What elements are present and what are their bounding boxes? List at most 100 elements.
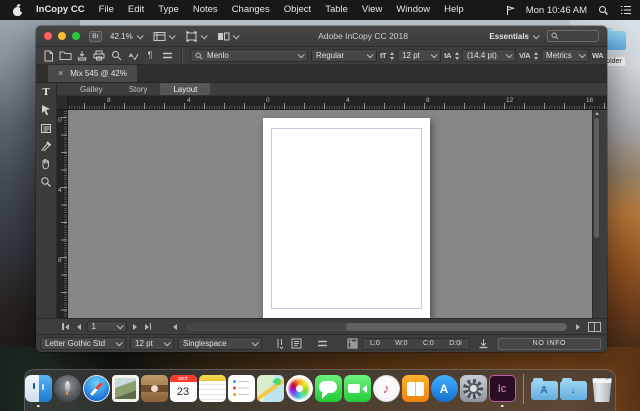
dock-incopy[interactable]: Ic bbox=[489, 375, 516, 402]
dock-launchpad[interactable] bbox=[54, 375, 81, 402]
dock-finder[interactable] bbox=[25, 375, 52, 402]
view-options-dropdown[interactable] bbox=[150, 31, 177, 42]
dock-contacts[interactable] bbox=[141, 375, 168, 402]
scroll-right-arrow[interactable] bbox=[574, 324, 582, 330]
galley-info-icon[interactable] bbox=[316, 338, 328, 350]
status-font-dropdown[interactable]: Letter Gothic Std bbox=[40, 337, 126, 350]
next-page-button[interactable] bbox=[131, 324, 139, 330]
print-button[interactable] bbox=[92, 49, 106, 62]
dock-messages[interactable] bbox=[315, 375, 342, 402]
window-title-bar: Br 42.1% Adobe InCopy CC 2018 Essentials bbox=[36, 26, 607, 47]
menu-table[interactable]: Table bbox=[318, 0, 355, 20]
dock-maps[interactable] bbox=[257, 375, 284, 402]
bridge-button[interactable]: Br bbox=[89, 31, 102, 42]
document-tab[interactable]: × Mix 545 @ 42% bbox=[48, 65, 137, 82]
new-document-button[interactable] bbox=[41, 49, 55, 62]
open-document-button[interactable] bbox=[58, 49, 72, 62]
spread-view-icon[interactable] bbox=[588, 322, 601, 332]
kerning-stepper[interactable] bbox=[534, 52, 538, 60]
dock-safari[interactable] bbox=[83, 375, 110, 402]
dock-system-preferences[interactable] bbox=[460, 375, 487, 402]
hand-tool[interactable] bbox=[38, 157, 55, 171]
menu-view[interactable]: View bbox=[355, 0, 389, 20]
screen-mode-dropdown[interactable] bbox=[182, 31, 209, 42]
font-style-dropdown[interactable]: Regular bbox=[311, 49, 377, 62]
note-tool[interactable] bbox=[38, 121, 55, 135]
menu-window[interactable]: Window bbox=[389, 0, 437, 20]
kerning-dropdown[interactable]: Metrics bbox=[541, 49, 589, 62]
leading-stepper[interactable] bbox=[455, 52, 459, 60]
zoom-level-dropdown[interactable]: 42.1% bbox=[107, 32, 145, 41]
view-tab-layout[interactable]: Layout bbox=[160, 83, 210, 95]
notification-center-icon[interactable] bbox=[620, 5, 632, 15]
view-tab-galley[interactable]: Galley bbox=[67, 83, 116, 95]
document-page[interactable] bbox=[263, 118, 430, 318]
dock-folder-applications[interactable]: A bbox=[531, 375, 558, 402]
dock-folder-downloads[interactable]: ↓ bbox=[560, 375, 587, 402]
dock-trash[interactable] bbox=[589, 375, 616, 402]
leading-dropdown[interactable]: (14.4 pt) bbox=[462, 49, 516, 62]
status-size-dropdown[interactable]: 12 pt bbox=[130, 337, 174, 350]
workspace-switcher[interactable]: Essentials bbox=[485, 32, 542, 41]
eyedropper-tool[interactable] bbox=[38, 139, 55, 153]
view-tab-story[interactable]: Story bbox=[116, 83, 161, 95]
control-toolbar: ¶ Menlo Regular tT 12 pt tA bbox=[36, 47, 607, 65]
menu-incopy-cc[interactable]: InCopy CC bbox=[29, 0, 92, 20]
writing-direction-icon[interactable] bbox=[274, 338, 286, 350]
position-tool[interactable] bbox=[38, 103, 55, 117]
dock-ibooks[interactable] bbox=[402, 375, 429, 402]
vertical-scroll-thumb[interactable] bbox=[594, 118, 599, 238]
menu-file[interactable]: File bbox=[92, 0, 121, 20]
search-icon bbox=[551, 32, 559, 40]
search-field[interactable] bbox=[547, 30, 599, 42]
minimize-window-button[interactable] bbox=[58, 32, 66, 40]
grid-view-icon[interactable] bbox=[346, 338, 358, 350]
type-tool[interactable]: T bbox=[38, 85, 55, 99]
font-size-stepper[interactable] bbox=[390, 52, 394, 60]
status-spacing-dropdown[interactable]: Singlespace bbox=[178, 337, 262, 350]
save-button[interactable] bbox=[75, 49, 89, 62]
arrange-documents-dropdown[interactable] bbox=[214, 31, 241, 42]
horizontal-scroll-thumb[interactable] bbox=[346, 323, 567, 331]
scroll-left-arrow[interactable] bbox=[171, 324, 179, 330]
menu-notes[interactable]: Notes bbox=[186, 0, 225, 20]
close-tab-icon[interactable]: × bbox=[58, 69, 63, 78]
spotlight-search-icon[interactable] bbox=[598, 5, 609, 16]
spell-check-button[interactable] bbox=[126, 49, 140, 62]
dock-mail[interactable] bbox=[112, 375, 139, 402]
menu-type[interactable]: Type bbox=[151, 0, 186, 20]
vertical-scrollbar[interactable] bbox=[592, 110, 600, 318]
hidden-characters-button[interactable]: ¶ bbox=[143, 49, 157, 62]
find-button[interactable] bbox=[109, 49, 123, 62]
menu-changes[interactable]: Changes bbox=[225, 0, 277, 20]
horizontal-scrollbar[interactable] bbox=[186, 323, 567, 331]
previous-page-button[interactable] bbox=[75, 324, 83, 330]
dock-facetime[interactable] bbox=[344, 375, 371, 402]
first-page-button[interactable] bbox=[60, 323, 71, 330]
font-family-combo[interactable]: Menlo bbox=[190, 49, 308, 62]
dock-calendar[interactable]: OCT23 bbox=[170, 375, 197, 402]
menu-edit[interactable]: Edit bbox=[121, 0, 151, 20]
font-size-dropdown[interactable]: 12 pt bbox=[397, 49, 441, 62]
scroll-up-arrow[interactable] bbox=[595, 112, 599, 115]
dock-notes[interactable] bbox=[199, 375, 226, 402]
menu-help[interactable]: Help bbox=[437, 0, 471, 20]
apple-menu-icon[interactable] bbox=[12, 4, 23, 16]
ruler-origin-box[interactable] bbox=[57, 96, 68, 110]
word-count: W:0 bbox=[395, 340, 407, 347]
page-number-dropdown[interactable]: 1 bbox=[87, 321, 127, 332]
dock-reminders[interactable] bbox=[228, 375, 255, 402]
track-changes-button[interactable] bbox=[160, 49, 174, 62]
menu-clock[interactable]: Mon 10:46 AM bbox=[526, 5, 587, 16]
flag-icon[interactable] bbox=[505, 5, 515, 16]
dock-photos[interactable] bbox=[286, 375, 313, 402]
dock-itunes[interactable]: ♪ bbox=[373, 375, 400, 402]
last-page-button[interactable] bbox=[143, 323, 154, 330]
close-window-button[interactable] bbox=[44, 32, 52, 40]
story-editor-icon[interactable] bbox=[290, 338, 302, 350]
zoom-window-button[interactable] bbox=[72, 32, 80, 40]
depth-ruler-icon[interactable] bbox=[478, 338, 490, 350]
dock-appstore[interactable]: A bbox=[431, 375, 458, 402]
menu-object[interactable]: Object bbox=[277, 0, 318, 20]
zoom-tool[interactable] bbox=[38, 175, 55, 189]
